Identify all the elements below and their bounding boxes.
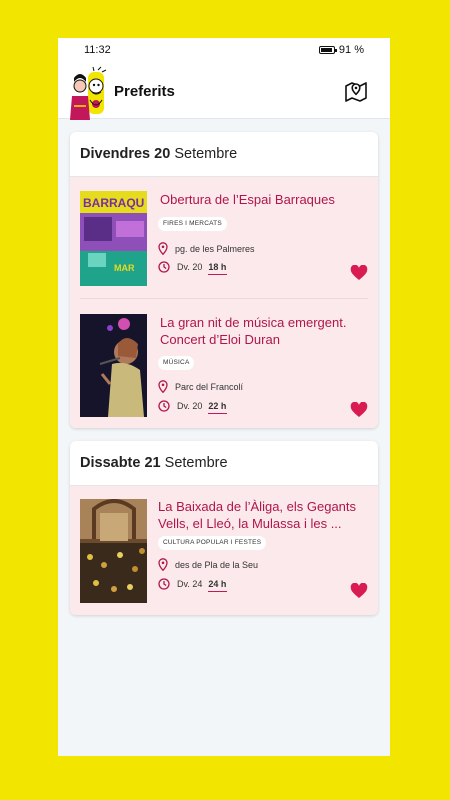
event-location-text: Parc del Francolí [175, 381, 244, 392]
app-bar: Preferits [58, 62, 390, 120]
status-time: 11:32 [84, 44, 111, 56]
event-hour: 18 h [208, 262, 228, 275]
event-title[interactable]: La gran nit de música emergent. Concert … [160, 314, 364, 348]
event-item[interactable]: La gran nit de música emergent. Concert … [70, 298, 378, 428]
day-header: Divendres 20 Setembre [70, 132, 378, 177]
event-datetime: Dv. 20 22 h [158, 400, 228, 414]
event-image [80, 499, 147, 603]
event-title[interactable]: La Baixada de l’Àliga, els Gegants Vells… [158, 498, 364, 532]
page-title: Preferits [114, 83, 175, 100]
location-pin-icon [158, 558, 168, 571]
event-category-badge: MÚSICA [158, 356, 195, 370]
event-location-text: pg. de les Palmeres [175, 243, 255, 254]
event-location: pg. de les Palmeres [158, 242, 255, 255]
day-header: Dissabte 21 Setembre [70, 441, 378, 486]
battery-status: 91 % [318, 44, 364, 56]
clock-icon [158, 578, 170, 590]
event-image [80, 314, 147, 417]
event-category-badge: CULTURA POPULAR I FESTES [158, 536, 267, 550]
day-heading: Dissabte 21 Setembre [80, 455, 228, 471]
heart-icon[interactable] [350, 265, 368, 281]
event-date: Dv. 20 [177, 262, 203, 272]
event-datetime: Dv. 20 18 h [158, 261, 228, 275]
event-item[interactable]: BARRAQU MAR Obertura de l’Espai Barraque… [70, 177, 378, 298]
status-bar: 11:32 91 % [58, 38, 390, 62]
giants-mascot-logo [70, 66, 107, 120]
event-datetime: Dv. 24 24 h [158, 578, 228, 592]
event-hour: 24 h [208, 579, 228, 592]
heart-icon[interactable] [350, 583, 368, 599]
event-title[interactable]: Obertura de l’Espai Barraques [160, 191, 364, 208]
battery-percent: 91 % [338, 44, 364, 56]
event-date: Dv. 24 [177, 579, 203, 589]
clock-icon [158, 261, 170, 273]
event-location: des de Pla de la Seu [158, 558, 258, 571]
location-pin-icon [158, 242, 168, 255]
heart-icon[interactable] [350, 402, 368, 418]
event-location: Parc del Francolí [158, 380, 243, 393]
event-hour: 22 h [208, 401, 228, 414]
event-date: Dv. 20 [177, 401, 203, 411]
event-category-badge: FIRES I MERCATS [158, 217, 227, 231]
map-pin-icon[interactable] [344, 80, 368, 102]
event-item[interactable]: La Baixada de l’Àliga, els Gegants Vells… [70, 486, 378, 615]
day-card-saturday: Dissabte 21 Setembre La Baixada de l’Àli… [70, 441, 378, 615]
battery-icon [318, 46, 337, 54]
day-heading: Divendres 20 Setembre [80, 146, 238, 162]
event-location-text: des de Pla de la Seu [175, 559, 259, 570]
phone-screen: 11:32 91 % Preferits Divendres 20 Setemb… [58, 38, 390, 756]
location-pin-icon [158, 380, 168, 393]
svg-text:BARRAQU: BARRAQU [83, 196, 144, 210]
svg-text:MAR: MAR [114, 263, 135, 273]
event-image: BARRAQU MAR [80, 191, 147, 286]
clock-icon [158, 400, 170, 412]
day-card-friday: Divendres 20 Setembre BARRAQU MAR Obertu… [70, 132, 378, 428]
